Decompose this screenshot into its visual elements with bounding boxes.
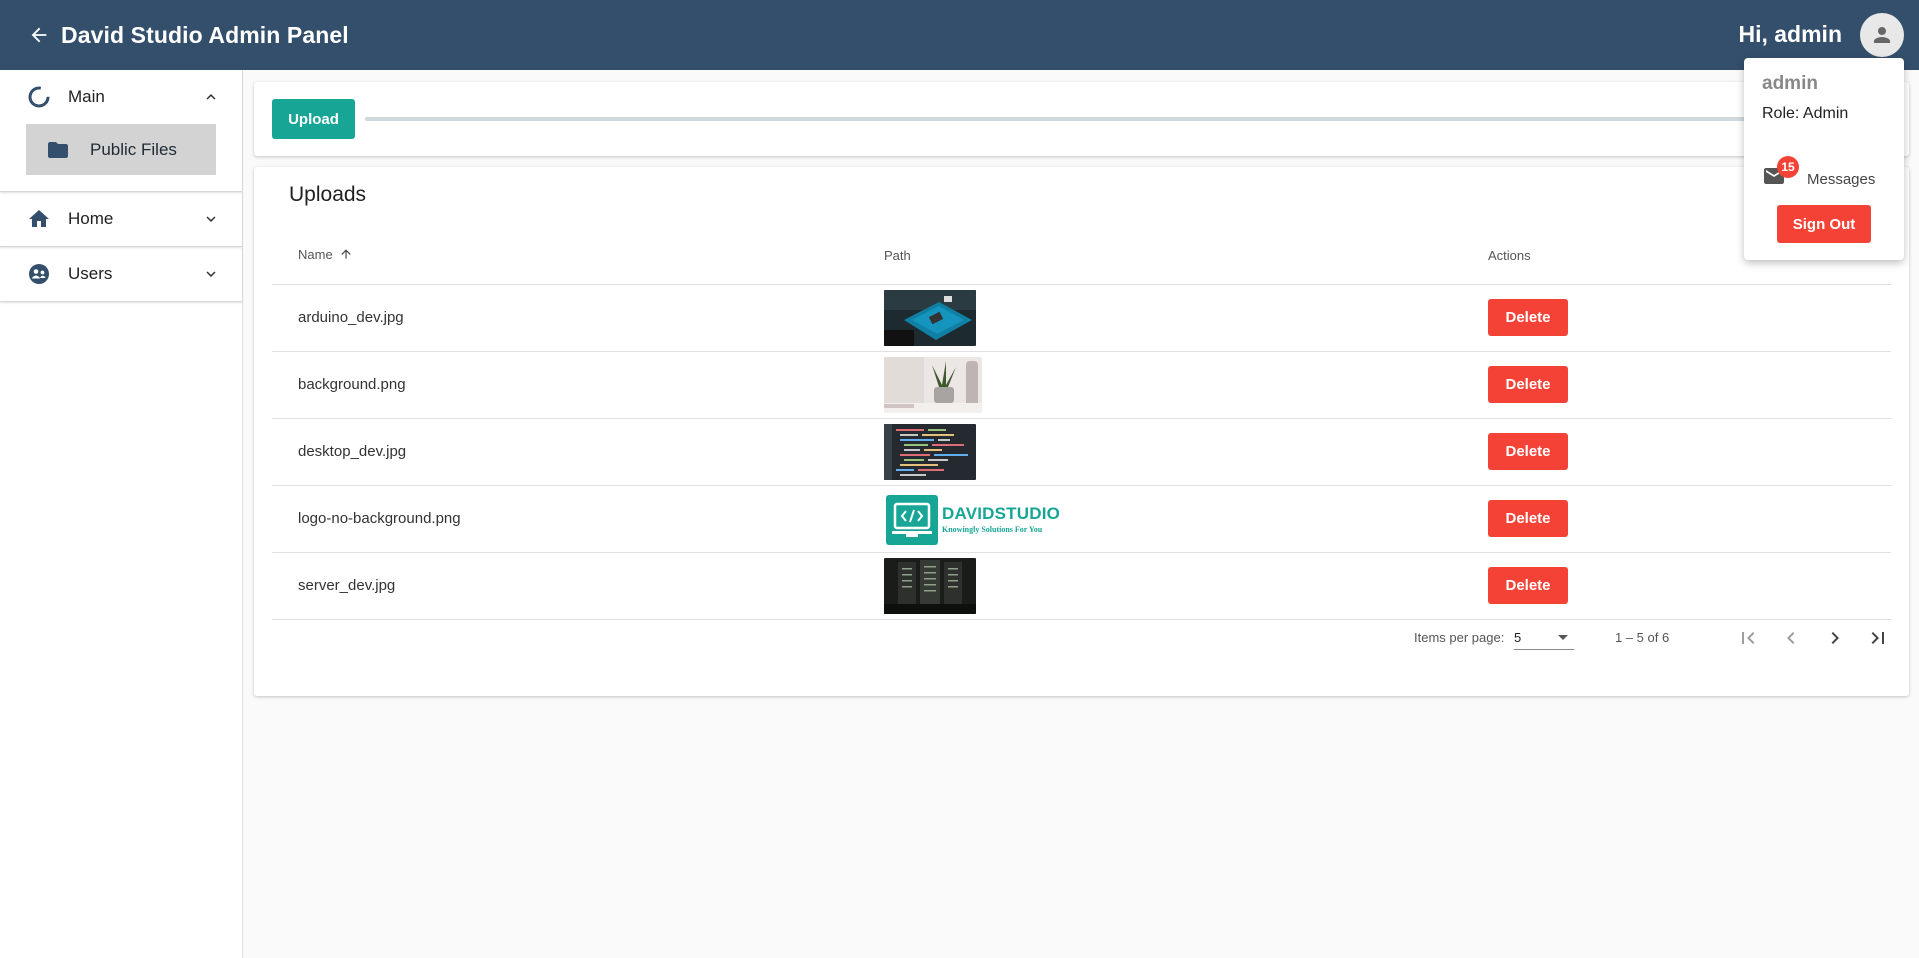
actions-cell: Delete xyxy=(1482,351,1891,419)
nav-group-home: Home xyxy=(0,192,242,247)
plant-desk-image[interactable] xyxy=(884,356,982,413)
spinner-icon xyxy=(27,85,51,109)
delete-button[interactable]: Delete xyxy=(1488,366,1568,403)
upload-card: Upload xyxy=(254,82,1909,156)
page-size-select[interactable]: 5 xyxy=(1514,624,1574,650)
delete-button[interactable]: Delete xyxy=(1488,567,1568,604)
chevron-down-icon xyxy=(202,210,220,228)
messages-item[interactable]: 15 Messages xyxy=(1762,156,1892,192)
actions-cell: Delete xyxy=(1482,418,1891,486)
table-row: logo-no-background.png DAVIDSTUDIO Knowi… xyxy=(272,485,1891,553)
column-header-name[interactable]: Name xyxy=(272,228,884,285)
upload-progress-bar xyxy=(365,117,1865,121)
app-title: David Studio Admin Panel xyxy=(61,21,349,48)
last-page-button[interactable] xyxy=(1860,620,1896,656)
file-path-cell xyxy=(884,552,1482,620)
next-page-button[interactable] xyxy=(1817,620,1853,656)
column-header-path: Path xyxy=(884,228,1482,285)
file-name-cell: server_dev.jpg xyxy=(272,552,884,620)
delete-button[interactable]: Delete xyxy=(1488,299,1568,336)
nav-header-main[interactable]: Main xyxy=(0,70,242,124)
home-icon xyxy=(27,207,51,231)
arrow-up-icon xyxy=(339,247,353,264)
delete-button[interactable]: Delete xyxy=(1488,500,1568,537)
actions-cell: Delete xyxy=(1482,284,1891,352)
caret-down-icon xyxy=(1558,635,1568,640)
file-path-cell xyxy=(884,418,1482,486)
logo-title-1: DAVID xyxy=(942,503,995,523)
server-room-image[interactable] xyxy=(884,557,976,614)
table-header-row: Name Path Actions xyxy=(272,228,1891,285)
code-screen-image[interactable] xyxy=(884,423,976,480)
nav-group-main: Main Public Files xyxy=(0,70,242,192)
nav-label-main: Main xyxy=(68,87,105,106)
uploads-table: Name Path Actions arduino_dev.jpg Delete… xyxy=(272,228,1891,620)
davidstudio-logo-image[interactable]: DAVIDSTUDIO Knowingly Solutions For You xyxy=(884,491,1066,547)
chevron-right-icon xyxy=(1831,632,1839,644)
chevron-left-icon xyxy=(1787,632,1795,644)
first-page-icon xyxy=(1742,632,1755,644)
page-range-label: 1 – 5 of 6 xyxy=(1615,630,1670,645)
table-row: background.png Delete xyxy=(272,351,1891,419)
person-icon xyxy=(1874,27,1890,43)
column-header-label: Name xyxy=(298,247,333,263)
uploads-card: Uploads Name Path Actions arduino_dev.jp… xyxy=(254,167,1909,696)
messages-count-badge: 15 xyxy=(1777,156,1799,178)
chevron-down-icon xyxy=(202,265,220,283)
page-size-value: 5 xyxy=(1514,630,1522,645)
sidebar: Main Public Files Home Users xyxy=(0,70,243,958)
file-path-cell: DAVIDSTUDIO Knowingly Solutions For You xyxy=(884,485,1482,553)
chevron-up-icon xyxy=(202,88,220,106)
sidebar-item-public-files[interactable]: Public Files xyxy=(26,124,216,175)
user-menu-name: admin xyxy=(1762,73,1818,94)
uploads-title: Uploads xyxy=(289,183,367,206)
file-name-cell: arduino_dev.jpg xyxy=(272,284,884,352)
sidebar-item-label: Public Files xyxy=(90,139,177,159)
logo-title-2: STUDIO xyxy=(994,503,1061,523)
arduino-board-image[interactable] xyxy=(884,289,976,346)
user-menu: admin Role: Admin 15 Messages Sign Out xyxy=(1744,58,1904,260)
top-app-bar: David Studio Admin Panel Hi, admin xyxy=(0,0,1919,70)
logo-tagline: Knowingly Solutions For You xyxy=(942,524,1043,534)
avatar-button[interactable] xyxy=(1860,13,1904,57)
actions-cell: Delete xyxy=(1482,552,1891,620)
actions-cell: Delete xyxy=(1482,485,1891,553)
file-name-cell: background.png xyxy=(272,351,884,419)
user-menu-role: Role: Admin xyxy=(1762,105,1849,122)
items-per-page-label: Items per page: xyxy=(1414,630,1505,645)
arrow-left-icon xyxy=(31,27,47,43)
nav-group-users: Users xyxy=(0,247,242,302)
delete-button[interactable]: Delete xyxy=(1488,433,1568,470)
table-row: server_dev.jpg Delete xyxy=(272,552,1891,620)
last-page-icon xyxy=(1871,632,1884,644)
table-row: desktop_dev.jpg Delete xyxy=(272,418,1891,486)
nav-header-home[interactable]: Home xyxy=(0,192,242,246)
messages-label: Messages xyxy=(1807,171,1876,188)
first-page-button[interactable] xyxy=(1730,620,1766,656)
folder-icon xyxy=(46,138,70,162)
users-icon xyxy=(27,262,51,286)
nav-submenu-main: Public Files xyxy=(0,124,242,191)
file-name-cell: desktop_dev.jpg xyxy=(272,418,884,486)
paginator: Items per page: 5 1 – 5 of 6 xyxy=(254,616,1909,668)
previous-page-button[interactable] xyxy=(1773,620,1809,656)
user-greeting: Hi, admin xyxy=(1738,21,1842,47)
nav-header-users[interactable]: Users xyxy=(0,247,242,301)
back-button[interactable] xyxy=(19,15,59,55)
nav-label-users: Users xyxy=(68,264,113,283)
file-path-cell xyxy=(884,351,1482,419)
sign-out-button[interactable]: Sign Out xyxy=(1777,205,1871,243)
table-row: arduino_dev.jpg Delete xyxy=(272,284,1891,352)
upload-button[interactable]: Upload xyxy=(272,99,355,139)
file-name-cell: logo-no-background.png xyxy=(272,485,884,553)
file-path-cell xyxy=(884,284,1482,352)
nav-label-home: Home xyxy=(68,209,114,228)
